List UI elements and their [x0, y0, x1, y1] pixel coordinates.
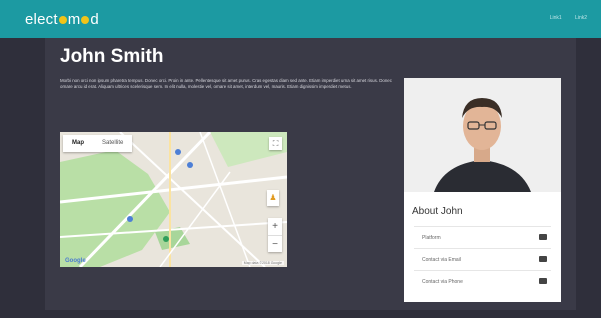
card-title: About John: [412, 206, 463, 217]
map-attribution[interactable]: Map data ©2018 Google: [241, 261, 284, 265]
top-navbar: elect m d Link1 Link2: [0, 0, 601, 38]
logo-text-mid: m: [67, 11, 81, 28]
contact-email-label: Contact via Email: [422, 257, 461, 263]
nav-link-1[interactable]: Link1: [550, 15, 562, 21]
platform-label: Platform: [422, 235, 441, 241]
contact-phone-row[interactable]: Contact via Phone: [414, 270, 551, 292]
envelope-icon: [539, 256, 547, 262]
about-card: About John Platform Contact via Email Co…: [404, 78, 561, 302]
profile-photo: [404, 78, 561, 192]
platform-row[interactable]: Platform: [414, 226, 551, 248]
logo-dot-icon: [81, 16, 90, 25]
page-title: John Smith: [60, 46, 164, 67]
zoom-in-button[interactable]: +: [268, 218, 282, 235]
briefcase-icon: [539, 234, 547, 240]
logo-dot-icon: [58, 16, 67, 25]
phone-icon: [539, 278, 547, 284]
zoom-controls: + −: [268, 218, 282, 252]
logo-text-end: d: [90, 11, 99, 28]
map-tab-satellite[interactable]: Satellite: [93, 135, 132, 152]
profile-bio: Morbi non orci non ipsum pharetra tempus…: [60, 78, 392, 89]
contact-email-row[interactable]: Contact via Email: [414, 248, 551, 270]
nav-link-2[interactable]: Link2: [575, 15, 587, 21]
zoom-out-button[interactable]: −: [268, 235, 282, 252]
site-logo[interactable]: elect m d: [25, 11, 99, 28]
fullscreen-icon[interactable]: ⛶: [269, 137, 282, 150]
google-logo: Google: [65, 258, 86, 264]
map-canvas[interactable]: [60, 132, 287, 267]
map-widget[interactable]: Map Satellite ⛶ ♟ + − Google Map data ©2…: [60, 132, 287, 267]
pegman-icon[interactable]: ♟: [267, 190, 279, 206]
nav-links: Link1 Link2: [538, 15, 587, 21]
map-tab-map[interactable]: Map: [63, 135, 93, 152]
map-type-tabs: Map Satellite: [63, 135, 133, 152]
logo-text-start: elect: [25, 11, 58, 28]
contact-phone-label: Contact via Phone: [422, 279, 463, 285]
